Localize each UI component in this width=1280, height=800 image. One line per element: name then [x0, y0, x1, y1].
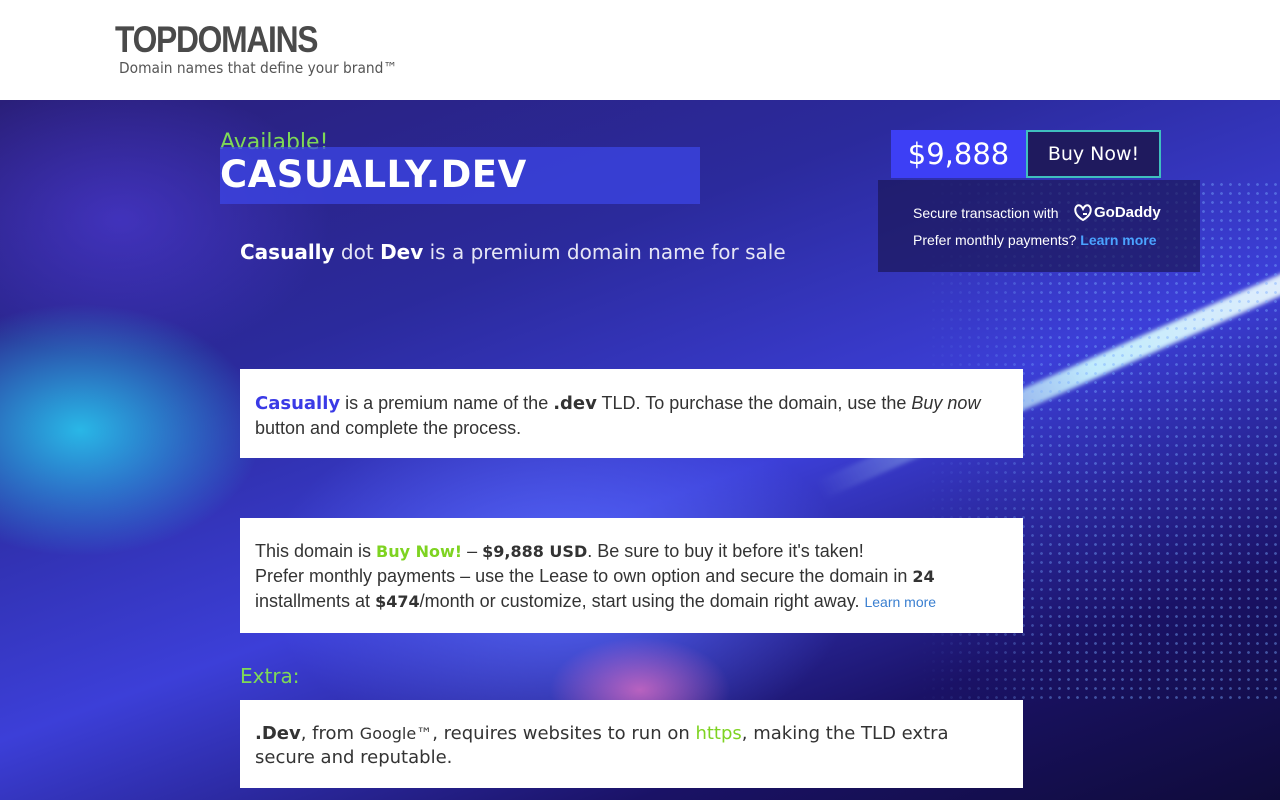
monthly-payments-text: Prefer monthly payments? Learn more — [913, 232, 1157, 248]
domain-subtitle: Casually dot Dev is a premium domain nam… — [240, 240, 786, 264]
card-learn-more-link[interactable]: Learn more — [864, 594, 936, 610]
subtitle-name: Casually — [240, 240, 335, 264]
subtitle-rest: is a premium domain name for sale — [423, 240, 786, 264]
extra-text-1: , from — [300, 723, 360, 744]
extra-text-2: , requires websites to run on — [432, 723, 696, 744]
godaddy-icon — [1074, 204, 1092, 222]
card-price: $9,888 USD — [482, 542, 588, 561]
domain-title: CASUALLY.DEV — [220, 153, 527, 196]
card2-dash: – — [462, 541, 483, 561]
extra-google: Google™ — [359, 724, 433, 743]
extra-heading: Extra: — [240, 664, 300, 688]
info-card-extra: .Dev, from Google™, requires websites to… — [240, 700, 1023, 788]
card1-text-1: is a premium name of the — [340, 393, 554, 413]
card2-text-6: /month or customize, start using the dom… — [419, 591, 865, 611]
buy-panel — [878, 180, 1200, 272]
card-domain-name: Casually — [255, 393, 341, 414]
extra-tld: .Dev — [255, 723, 301, 744]
price-tag: $9,888 — [891, 130, 1026, 178]
card-tld: .dev — [553, 393, 597, 414]
https-highlight: https — [695, 723, 742, 744]
lease-months: 24 — [912, 567, 935, 586]
subtitle-dot: dot — [334, 240, 381, 264]
card1-text-3: button and complete the process. — [255, 418, 522, 438]
godaddy-wordmark: GoDaddy — [1094, 203, 1161, 221]
card2-text-1: This domain is — [255, 541, 377, 561]
info-card-pricing: This domain is Buy Now! – $9,888 USD. Be… — [240, 518, 1023, 633]
card2-text-4: Prefer monthly payments – use the Lease … — [255, 566, 913, 586]
info-card-purchase: Casually is a premium name of the .dev T… — [240, 369, 1023, 458]
lease-monthly-price: $474 — [375, 592, 420, 611]
secure-transaction-text: Secure transaction with — [913, 205, 1059, 221]
subtitle-tld: Dev — [380, 240, 424, 264]
buy-now-button[interactable]: Buy Now! — [1026, 130, 1161, 178]
card1-text-2: TLD. To purchase the domain, use the — [596, 393, 912, 413]
monthly-label: Prefer monthly payments? — [913, 232, 1077, 248]
status-badge: Buy Now! — [376, 542, 463, 561]
site-tagline: Domain names that define your brand™ — [119, 59, 398, 77]
site-header: TOPDOMAINS Domain names that define your… — [0, 0, 1280, 100]
card2-text-3: . Be sure to buy it before it's taken! — [587, 541, 864, 561]
card2-text-5: installments at — [255, 591, 376, 611]
learn-more-link[interactable]: Learn more — [1080, 232, 1156, 248]
site-logo[interactable]: TOPDOMAINS — [115, 20, 318, 60]
card1-buy-now-em: Buy now — [911, 393, 981, 413]
godaddy-logo: GoDaddy — [1072, 203, 1162, 225]
